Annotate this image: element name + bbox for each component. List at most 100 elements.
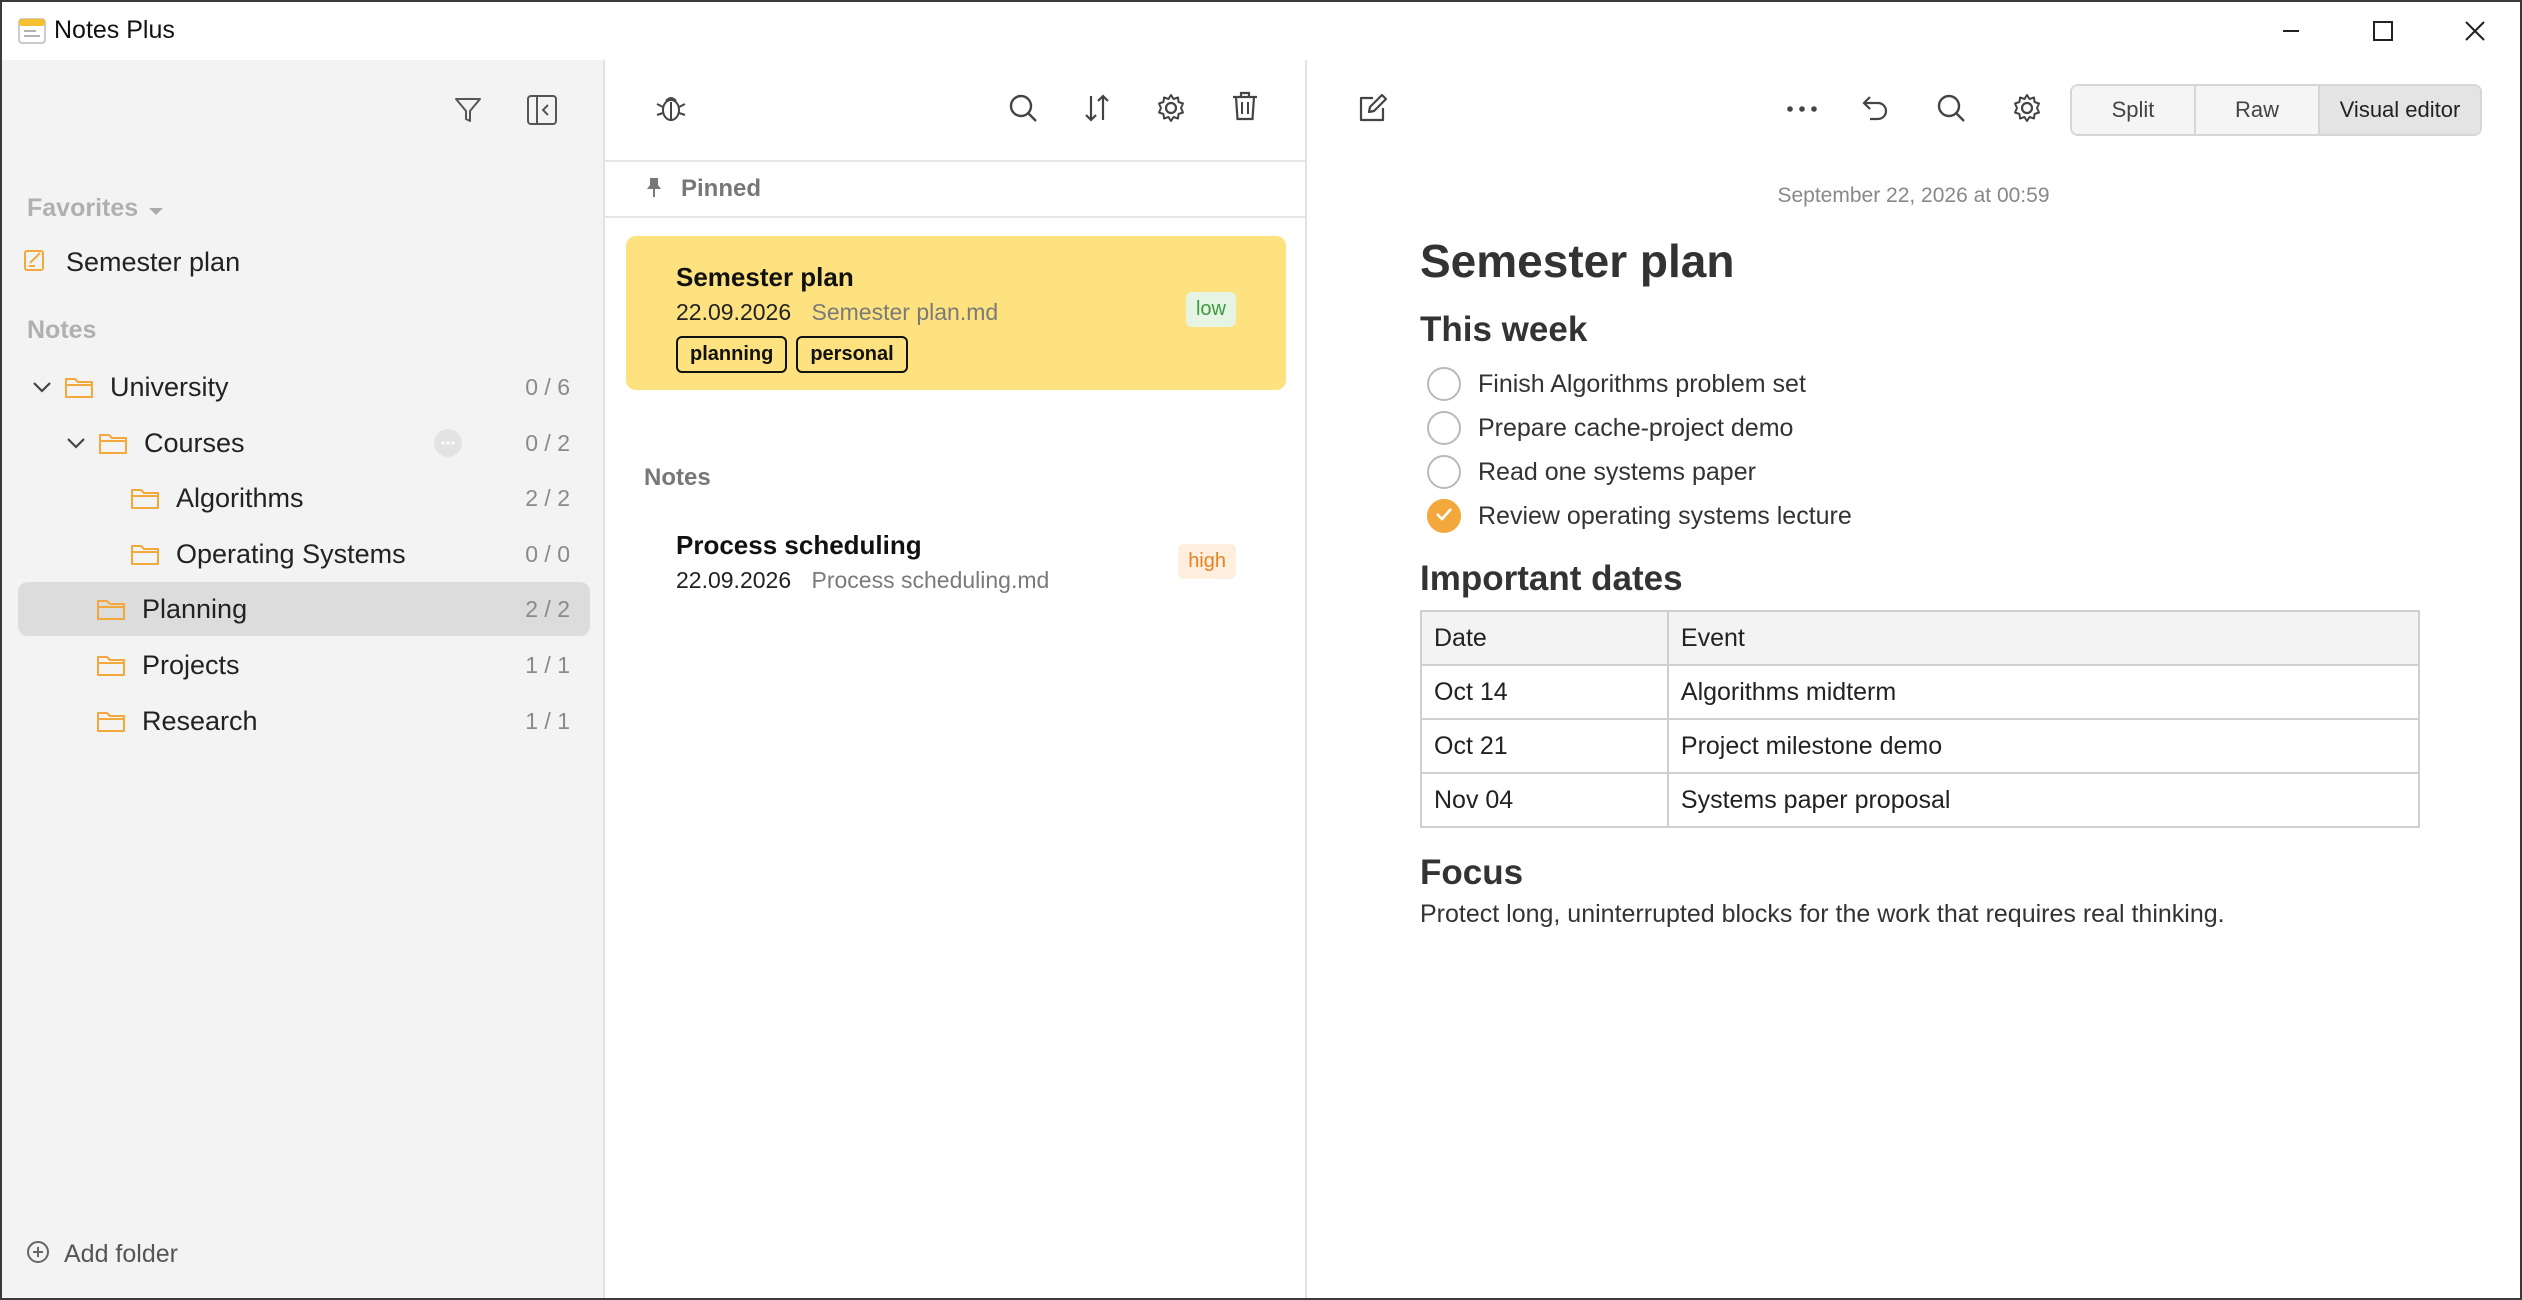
priority-badge: low	[1185, 292, 1236, 327]
folder-name: Research	[142, 705, 258, 736]
more-options-icon[interactable]	[434, 429, 462, 457]
tag-personal[interactable]: personal	[796, 336, 908, 373]
debug-button[interactable]	[645, 84, 697, 136]
favorite-item-semester-plan[interactable]: Semester plan	[22, 242, 240, 282]
checkbox[interactable]	[1427, 411, 1461, 445]
checkbox-checked[interactable]	[1427, 499, 1461, 533]
checkbox[interactable]	[1427, 367, 1461, 401]
note-list-settings-button[interactable]	[1145, 84, 1197, 136]
filter-button[interactable]	[444, 88, 492, 136]
delete-button[interactable]	[1219, 82, 1271, 134]
edit-note-icon	[22, 247, 48, 278]
chevron-down-icon[interactable]	[28, 373, 56, 401]
gear-icon	[2011, 92, 2043, 129]
mode-split-button[interactable]: Split	[2072, 86, 2196, 134]
close-button[interactable]	[2429, 2, 2520, 60]
compose-icon	[1357, 92, 1389, 129]
tag-list: planning personal	[676, 336, 1286, 373]
this-week-heading: This week	[1420, 310, 1588, 349]
search-icon	[1935, 92, 1967, 129]
folder-icon	[96, 652, 126, 678]
window-title: Notes Plus	[54, 16, 175, 44]
favorite-item-label: Semester plan	[66, 246, 241, 277]
task-item: Prepare cache-project demo	[1420, 406, 2420, 450]
new-note-button[interactable]	[1347, 84, 1399, 136]
folder-icon	[96, 596, 126, 622]
notes-section-label: Notes	[27, 316, 97, 344]
bug-icon	[654, 91, 688, 130]
folder-count: 2 / 2	[525, 484, 570, 511]
app-window: Notes Plus Favorites Semester plan Notes…	[0, 0, 2522, 1300]
table-row: Oct 14 Algorithms midterm	[1420, 664, 2421, 720]
add-folder-button[interactable]: Add folder	[26, 1240, 178, 1269]
folder-algorithms[interactable]: Algorithms 2 / 2	[18, 471, 590, 525]
filter-icon	[453, 95, 483, 130]
note-filename: Process scheduling.md	[811, 567, 1050, 593]
table-header-cell: Event	[1666, 610, 2421, 666]
folder-icon	[98, 430, 128, 456]
sort-icon	[1081, 92, 1113, 129]
minimize-button[interactable]	[2245, 2, 2337, 60]
folder-count: 0 / 2	[525, 429, 570, 456]
folder-projects[interactable]: Projects 1 / 1	[18, 638, 590, 692]
note-heading: Semester plan	[1420, 235, 1735, 287]
note-card-process-scheduling[interactable]: Process scheduling 22.09.2026 Process sc…	[626, 504, 1286, 614]
more-horizontal-icon	[1785, 101, 1819, 119]
view-mode-switcher: Split Raw Visual editor	[2070, 84, 2482, 136]
tag-planning[interactable]: planning	[676, 336, 788, 373]
more-options-button[interactable]	[1776, 84, 1828, 136]
chevron-down-icon[interactable]	[62, 429, 90, 457]
folder-count: 0 / 0	[525, 540, 570, 567]
sort-button[interactable]	[1071, 84, 1123, 136]
folder-university[interactable]: University 0 / 6	[18, 360, 590, 414]
folder-name: Planning	[142, 593, 248, 624]
gear-icon	[1155, 92, 1187, 129]
collapse-sidebar-button[interactable]	[518, 88, 566, 136]
folder-count: 1 / 1	[525, 707, 570, 734]
editor-toolbar: Split Raw Visual editor	[1307, 60, 2520, 162]
search-notes-button[interactable]	[997, 84, 1049, 136]
add-folder-label: Add folder	[64, 1240, 178, 1268]
task-text: Finish Algorithms problem set	[1478, 369, 1806, 398]
editor-panel: Split Raw Visual editor September 22, 20…	[1307, 60, 2520, 1298]
editor-settings-button[interactable]	[2001, 84, 2053, 136]
note-card-semester-plan[interactable]: Semester plan 22.09.2026 Semester plan.m…	[626, 236, 1286, 390]
note-document[interactable]: Semester plan This week Finish Algorithm…	[1420, 230, 2421, 929]
task-item: Finish Algorithms problem set	[1420, 362, 2420, 406]
folder-count: 1 / 1	[525, 651, 570, 678]
folder-name: Algorithms	[176, 482, 304, 513]
task-text: Review operating systems lecture	[1478, 501, 1852, 530]
table-header-cell: Date	[1420, 610, 1669, 666]
undo-button[interactable]	[1849, 84, 1901, 136]
task-item: Review operating systems lecture	[1420, 494, 2420, 538]
folder-name: Operating Systems	[176, 538, 406, 569]
mode-raw-button[interactable]: Raw	[2196, 86, 2320, 134]
check-icon	[1434, 506, 1454, 527]
folder-operating-systems[interactable]: Operating Systems 0 / 0	[18, 527, 590, 581]
sidebar: Favorites Semester plan Notes University…	[2, 60, 605, 1298]
folder-research[interactable]: Research 1 / 1	[18, 694, 590, 748]
mode-visual-editor-button[interactable]: Visual editor	[2320, 86, 2480, 134]
folder-count: 2 / 2	[525, 595, 570, 622]
favorites-header[interactable]: Favorites	[27, 194, 164, 223]
table-cell: Oct 14	[1420, 664, 1669, 720]
table-header-row: Date Event	[1420, 610, 2421, 666]
folder-planning[interactable]: Planning 2 / 2	[18, 582, 590, 636]
focus-heading: Focus	[1420, 853, 1524, 892]
note-date: 22.09.2026	[676, 299, 792, 325]
search-in-note-button[interactable]	[1925, 84, 1977, 136]
focus-paragraph: Protect long, uninterrupted blocks for t…	[1420, 900, 2225, 928]
table-cell: Systems paper proposal	[1666, 772, 2421, 828]
favorites-label: Favorites	[27, 194, 139, 222]
dates-table: Date Event Oct 14 Algorithms midterm Oct…	[1420, 610, 2421, 828]
folder-name: University	[110, 371, 229, 402]
table-row: Nov 04 Systems paper proposal	[1420, 772, 2421, 828]
maximize-button[interactable]	[2337, 2, 2429, 60]
plus-circle-icon	[26, 1240, 50, 1269]
folder-icon	[96, 708, 126, 734]
priority-badge: high	[1178, 544, 1236, 579]
folder-courses[interactable]: Courses 0 / 2	[18, 416, 590, 470]
pinned-label: Pinned	[681, 175, 762, 202]
checkbox[interactable]	[1427, 455, 1461, 489]
task-text: Read one systems paper	[1478, 457, 1756, 486]
